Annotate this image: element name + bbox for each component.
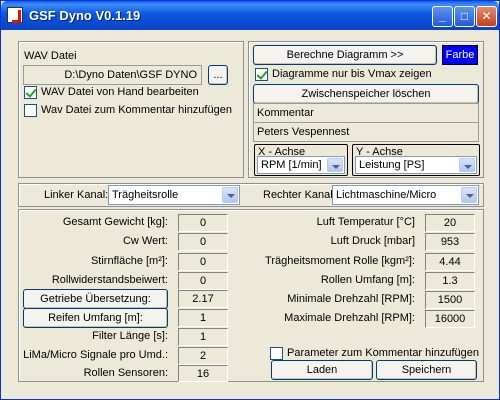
param-label: Rollen Sensoren: [83,367,168,379]
y-axis-select[interactable]: Leistung [PS] [355,156,477,174]
browse-button[interactable]: ... [208,65,228,85]
wav-path-field[interactable]: D:\Dyno Daten\GSF DYNO [23,65,202,85]
minimize-button[interactable]: _ [432,6,453,27]
load-button[interactable]: Laden [271,360,373,380]
param-label: Trägheitsmoment Rolle [kgm²]: [265,255,415,267]
parameters-panel: Gesamt Gewicht [kg]: 0 Cw Wert: 0 Stirnf… [18,209,484,382]
gear-ratio-field[interactable]: 2.17 [178,290,228,308]
main-window: GSF Dyno V0.1.19 _ □ ✕ WAV Datei D:\Dyno… [0,0,500,400]
cw-field[interactable]: 0 [178,233,228,251]
chevron-down-icon [461,187,477,203]
wav-to-comment-label: Wav Datei zum Kommentar hinzufügen [41,104,232,116]
rolling-resistance-field[interactable]: 0 [178,272,228,290]
chevron-down-icon [459,158,475,172]
clear-cache-button[interactable]: Zwischenspeicher löschen [253,84,479,104]
roller-inertia-field[interactable]: 4.44 [425,253,475,271]
param-label: Maximale Drehzahl [RPM]: [284,312,415,324]
channel-row: Linker Kanal: Trägheitsrolle Rechter Kan… [18,183,484,207]
right-channel-value: Lichtmaschine/Micro [336,189,437,201]
vmax-checkbox[interactable] [255,68,268,81]
color-button[interactable]: Farbe [442,45,478,65]
param-label: Rollen Umfang [m]: [320,274,415,286]
max-rpm-field[interactable]: 16000 [425,310,475,328]
left-channel-label: Linker Kanal: [44,189,109,201]
app-icon [7,7,23,23]
min-rpm-field[interactable]: 1500 [425,291,475,309]
right-channel-select[interactable]: Lichtmaschine/Micro [332,185,479,205]
wav-file-label: WAV Datei [24,50,77,62]
chevron-down-icon [327,158,343,172]
param-label: Luft Druck [mbar] [330,235,415,247]
gear-ratio-button[interactable]: Getriebe Übersetzung: [23,289,168,309]
air-pressure-field[interactable]: 953 [425,233,475,251]
comment-label: Kommentar [253,103,479,123]
signals-per-rev-field[interactable]: 2 [178,347,228,365]
param-label: Rollwiderstandsbeiwert: [51,274,168,286]
maximize-button[interactable]: □ [454,6,475,27]
chevron-down-icon [222,187,238,203]
left-channel-value: Trägheitsrolle [112,189,179,201]
comment-field[interactable]: Peters Vespennest [253,122,479,142]
param-label: Stirnfläche [m²]: [90,255,168,267]
vmax-label: Diagramme nur bis Vmax zeigen [272,68,432,80]
param-label: Minimale Drehzahl [RPM]: [287,293,415,305]
close-button[interactable]: ✕ [476,6,497,27]
right-channel-label: Rechter Kanal: [263,189,336,201]
tire-circumference-field[interactable]: 1 [178,309,228,327]
param-label: Luft Temperatur [°C] [316,216,415,228]
param-label: LiMa/Micro Signale pro Umd.: [23,349,168,361]
param-label: Gesamt Gewicht [kg]: [62,216,168,228]
wav-panel: WAV Datei D:\Dyno Daten\GSF DYNO ... WAV… [18,41,244,178]
air-temperature-field[interactable]: 20 [425,214,475,232]
filter-length-field[interactable]: 1 [178,328,228,346]
x-axis-value: RPM [1/min] [261,159,322,171]
param-to-comment-checkbox[interactable] [270,347,283,360]
param-label: Cw Wert: [122,235,168,247]
wav-to-comment-checkbox[interactable] [24,104,37,117]
window-title: GSF Dyno V0.1.19 [29,8,141,23]
x-axis-select[interactable]: RPM [1/min] [257,156,345,174]
compute-diagram-button[interactable]: Berechne Diagramm >> [253,45,437,65]
manual-edit-label: WAV Datei von Hand bearbeiten [41,86,199,98]
save-button[interactable]: Speichern [376,360,477,380]
tire-circumference-button[interactable]: Reifen Umfang [m]: [23,308,168,328]
total-weight-field[interactable]: 0 [178,214,228,232]
x-axis-group: X - Achse RPM [1/min] [254,144,348,176]
roller-circumference-field[interactable]: 1.3 [425,272,475,290]
y-axis-value: Leistung [PS] [359,159,425,171]
roller-sensors-field[interactable]: 16 [178,365,228,382]
param-label: Filter Länge [s]: [92,330,168,342]
title-bar[interactable]: GSF Dyno V0.1.19 _ □ ✕ [1,1,499,30]
left-channel-select[interactable]: Trägheitsrolle [108,185,240,205]
manual-edit-checkbox[interactable] [24,86,37,99]
param-to-comment-label: Parameter zum Kommentar hinzufügen [287,347,479,359]
diagram-panel: Berechne Diagramm >> Farbe Diagramme nur… [248,41,484,178]
y-axis-group: Y - Achse Leistung [PS] [352,144,480,176]
frontal-area-field[interactable]: 0 [178,253,228,271]
